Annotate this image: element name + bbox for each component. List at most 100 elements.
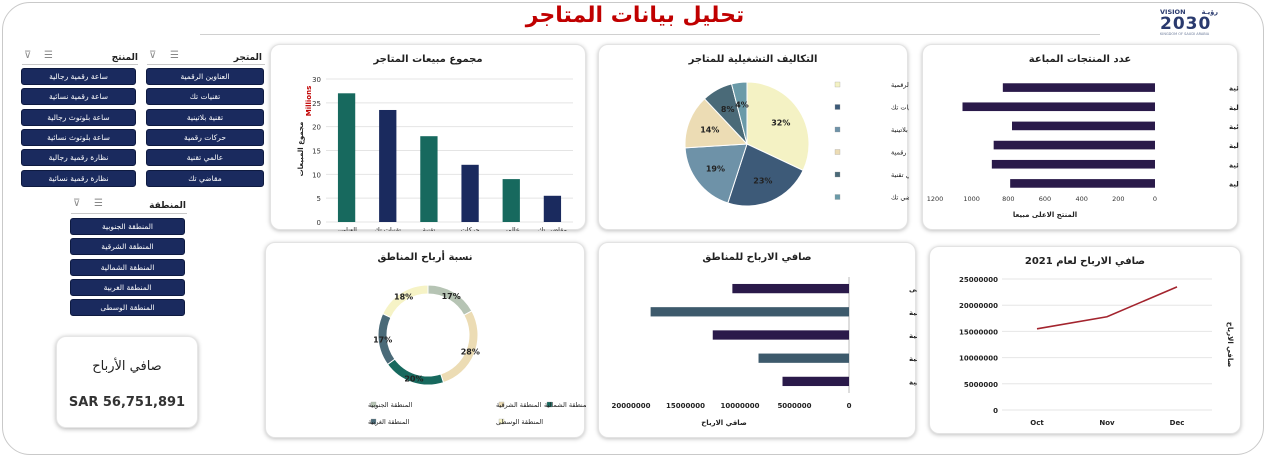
multi-select-icon[interactable]: ☰ [94, 198, 103, 209]
x-axis-title: صافي الارباح [701, 419, 747, 427]
x-tick-label: عالميتقنية [503, 226, 520, 231]
legend-label: تقنية بلاتينية [891, 126, 909, 134]
clear-filter-icon[interactable]: ⊽ [149, 50, 156, 61]
costs-data-label: 19% [706, 165, 725, 174]
x-tick-label: 800 [1002, 195, 1014, 203]
region-share-card: نسبة أرباح المناطق 17% 28% 20% 17% 18% المنطق… [265, 242, 586, 438]
logo-year: 2030 [1160, 14, 1212, 34]
costs-data-label: 8% [721, 105, 735, 114]
bar [991, 159, 1155, 169]
product-slicer-option[interactable]: نظارة رقمية نسائية [21, 169, 136, 187]
region-share-chart: 17% 28% 20% 17% 18% المنطقة الجنوبية المنطقة ا… [368, 284, 586, 426]
product-slicer-option[interactable]: نظارة رقمية رجالية [21, 149, 136, 167]
bar [461, 164, 479, 222]
store-slicer-option[interactable]: عالمي تقنية [146, 149, 264, 167]
title-divider [200, 34, 1100, 35]
region-share-data-label: 18% [394, 293, 413, 302]
x-tick-label: 5000000 [777, 402, 811, 410]
bar [962, 102, 1155, 112]
y-tick-label: ساعة رقمية رجالية [1229, 180, 1239, 188]
store-slicer-option[interactable]: حركات رقمية [146, 128, 264, 146]
net-profit-card: صافي الأرباح SAR 56,751,891 [56, 336, 198, 428]
product-slicer-option[interactable]: ساعة رقمية رجالية [21, 68, 136, 85]
store-sales-card: مجموع مبيعات المتاجر 0 5 10 15 20 25 30 العناوي… [270, 44, 586, 231]
region-slicer-divider [71, 213, 187, 214]
x-axis-title: المنتج الاعلى مبيعا [1013, 211, 1077, 219]
y-axis-title: صافي الارباح [1226, 322, 1234, 368]
multi-select-icon[interactable]: ☰ [44, 50, 53, 61]
bar [543, 195, 562, 222]
region-slicer-title: المنطقة [149, 201, 186, 211]
x-tick-label: Dec [1170, 419, 1185, 427]
y-tick-label: 15000000 [959, 328, 998, 336]
product-slicer-option[interactable]: ساعة بلوتوث رجالية [21, 108, 136, 126]
clear-filter-icon[interactable]: ⊽ [24, 50, 31, 61]
profit-2021-card: صافي الارباح لعام 2021 0 5000000 10000000 1… [929, 246, 1241, 434]
legend-swatch [834, 194, 841, 200]
x-tick-label: 1000 [963, 195, 980, 203]
bar [650, 307, 849, 317]
region-share-data-label: 17% [442, 292, 461, 301]
clear-filter-icon[interactable]: ⊽ [73, 198, 80, 209]
product-slicer-option[interactable]: ساعة رقمية نسائية [21, 88, 136, 106]
y-tick-label: 20000000 [959, 302, 998, 310]
region-slicer-option[interactable]: المنطقة الغربية [70, 278, 185, 296]
bar [782, 376, 849, 387]
net-profit-label: صافي الأرباح [92, 359, 162, 374]
legend-swatch [834, 149, 841, 155]
multi-select-icon[interactable]: ☰ [170, 50, 179, 61]
y-tick-label: ساعة بلوتوث نسائية [1229, 123, 1239, 131]
bar [502, 179, 520, 222]
x-tick-label: 0 [847, 402, 852, 410]
bar [379, 109, 397, 222]
y-tick-label: 0 [317, 219, 321, 227]
store-slicer-option[interactable]: تقنيات تك [146, 88, 264, 106]
page-title: تحليل بيانات المتاجر [525, 3, 745, 28]
legend-label: المنطقة الشرقية [496, 401, 542, 409]
y-tick-label: 15 [312, 148, 321, 156]
store-slicer-title: المتجر [233, 53, 262, 63]
y-tick-label: ساعة رقمية نسائية [1229, 161, 1239, 169]
y-tick-label: المنطقة الشرقية [909, 355, 917, 363]
y-tick-label: 10 [312, 171, 321, 179]
bar [712, 330, 849, 340]
legend-label: المنطقة الشمالية [544, 401, 586, 409]
y-unit-label: Millions [305, 86, 313, 117]
region-share-slice [440, 310, 479, 384]
bar [337, 93, 356, 222]
store-slicer-option[interactable]: مقاضي تك [146, 169, 264, 187]
region-share-data-label: 28% [461, 348, 480, 357]
y-tick-label: 10000000 [959, 355, 998, 363]
y-tick-label: نظارة رقمية رجالية [1229, 104, 1239, 112]
region-slicer-option[interactable]: المنطقة الشرقية [70, 238, 185, 256]
costs-data-label: 23% [753, 177, 772, 186]
product-slicer-option[interactable]: ساعة بلوتوث نسائية [21, 128, 136, 146]
x-tick-label: حركاترقمية [461, 226, 480, 231]
bar [993, 140, 1155, 150]
series-line [1036, 286, 1178, 330]
x-tick-label: Oct [1030, 419, 1044, 427]
net-profit-value: SAR 56,751,891 [68, 395, 186, 410]
bar [732, 283, 849, 294]
legend-label: مقاضي تك [891, 194, 909, 202]
x-tick-label: تقنيات تك [375, 226, 402, 231]
logo-subtitle: KINGDOM OF SAUDI ARABIA [1160, 32, 1210, 36]
legend-label: المنطقة الجنوبية [368, 401, 412, 409]
legend-swatch [834, 126, 841, 133]
costs-data-label: 32% [771, 119, 790, 128]
y-tick-label: ساعة بلوتوث رجالية [1229, 142, 1239, 150]
x-tick-label: العناوينالرقمية [336, 226, 357, 231]
x-tick-label: 0 [1153, 195, 1157, 203]
store-slicer-option[interactable]: تقنية بلاتينية [146, 108, 264, 126]
region-slicer-option[interactable]: المنطقة الشمالية [70, 258, 185, 276]
store-slicer-option[interactable]: العناوين الرقمية [146, 68, 264, 85]
operating-costs-card: التكاليف التشغيلية للمتاجر 32% 23% 19% 14% 8… [598, 44, 909, 230]
bar [1012, 121, 1155, 131]
bar [758, 353, 849, 363]
region-slicer-option[interactable]: المنطقة الجنوبية [70, 218, 185, 235]
costs-data-label: 4% [735, 100, 749, 109]
region-share-data-label: 17% [373, 335, 392, 344]
region-profit-card: صافي الارباح للمناطق المنطقة الوسطىالمنط… [598, 242, 917, 438]
region-slicer-option[interactable]: المنطقة الوسطى [70, 299, 185, 317]
region-share-data-label: 20% [404, 374, 423, 383]
